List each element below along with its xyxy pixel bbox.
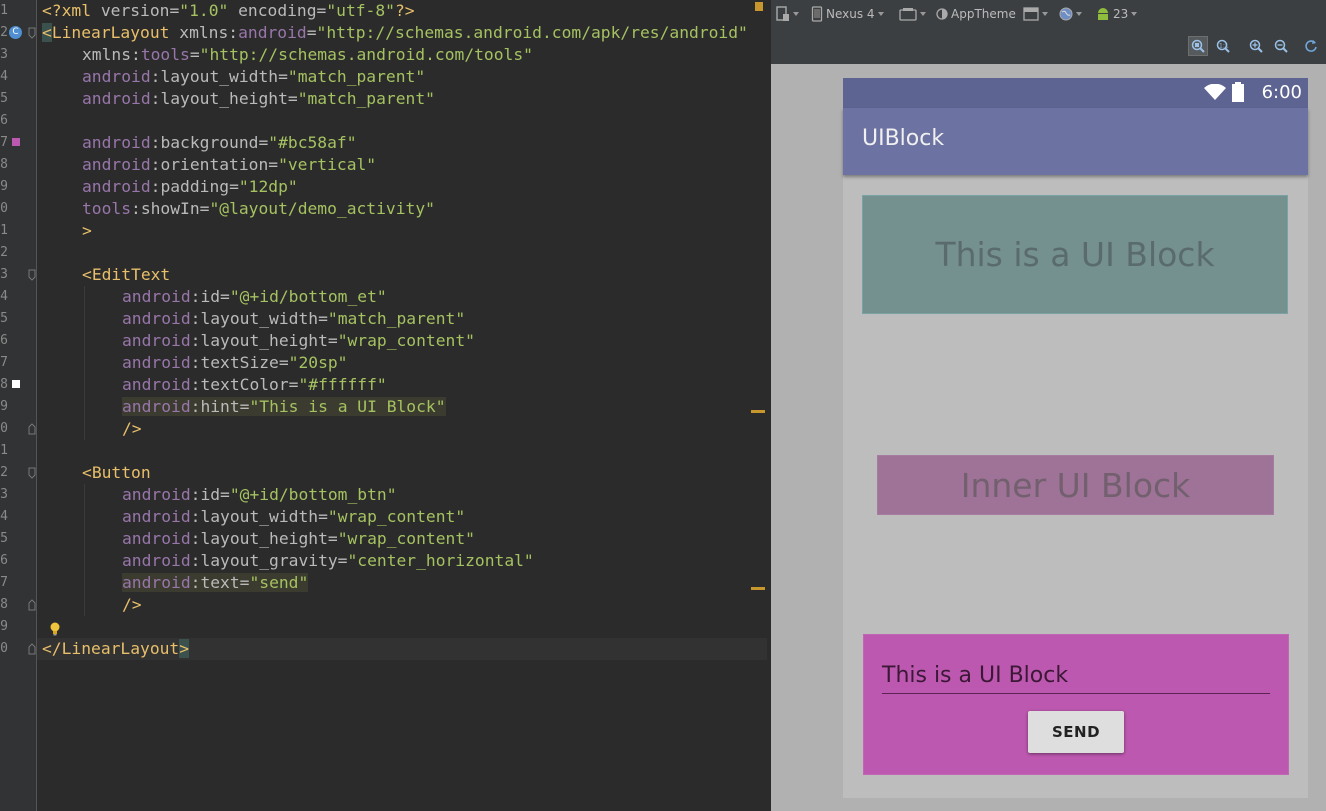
app-bar: UIBlock [843, 108, 1308, 175]
code-line: android:layout_width="match_parent" [82, 67, 426, 86]
device-dropdown[interactable]: Nexus 4 [811, 4, 884, 24]
preview-toolbar: Nexus 4 AppTheme 23 [771, 0, 1326, 28]
android-icon [1098, 8, 1108, 20]
code-line: android:layout_width="match_parent" [122, 309, 466, 328]
code-area[interactable]: <?xml version="1.0" encoding="utf-8"?> <… [0, 0, 768, 811]
code-line: <LinearLayout xmlns:android="http://sche… [42, 23, 748, 42]
zoom-in-icon[interactable] [1246, 36, 1266, 56]
code-line: <?xml version="1.0" encoding="utf-8"?> [42, 1, 415, 20]
code-line: > [82, 221, 92, 240]
zoom-actual-icon[interactable]: 1:1 [1213, 36, 1233, 56]
svg-text:1:1: 1:1 [1219, 43, 1229, 50]
theme-dropdown[interactable]: AppTheme [936, 4, 1016, 24]
activity-icon [1023, 7, 1039, 21]
inner-ui-block[interactable]: Inner UI Block [877, 455, 1274, 515]
code-line: android:layout_height="match_parent" [82, 89, 435, 108]
device-screen: 6:00 UIBlock This is a UI Block Inner UI… [843, 78, 1308, 798]
code-line: android:layout_gravity="center_horizonta… [122, 551, 534, 570]
layout-variant-dropdown[interactable] [776, 4, 799, 24]
refresh-icon[interactable] [1301, 36, 1321, 56]
locale-dropdown[interactable] [1059, 4, 1082, 24]
code-line-highlighted: android:text="send" [122, 573, 309, 592]
code-line: <EditText [82, 265, 171, 284]
orientation-icon [899, 8, 917, 21]
wifi-icon [1204, 84, 1226, 100]
app-title: UIBlock [862, 126, 945, 151]
ui-block-top-label: This is a UI Block [935, 235, 1215, 274]
ui-block-bottom[interactable]: This is a UI Block SEND [863, 634, 1289, 775]
theme-icon [936, 8, 948, 20]
code-line: android:background="#bc58af" [82, 133, 357, 152]
preview-canvas[interactable]: 6:00 UIBlock This is a UI Block Inner UI… [771, 64, 1326, 811]
battery-icon [1232, 82, 1244, 102]
layout-variant-icon [776, 6, 789, 21]
zoom-fit-icon[interactable] [1188, 36, 1208, 56]
lightbulb-icon[interactable] [49, 622, 61, 636]
code-line: android:layout_width="wrap_content" [122, 507, 466, 526]
code-line: android:layout_height="wrap_content" [122, 529, 475, 548]
code-line: xmlns:tools="http://schemas.android.com/… [82, 45, 533, 64]
ui-block-top[interactable]: This is a UI Block [862, 195, 1288, 314]
layout-preview-panel: Nexus 4 AppTheme 23 1:1 6:00 UIBlock Thi… [768, 0, 1326, 811]
activity-dropdown[interactable] [1023, 4, 1048, 24]
indent-guide [84, 286, 85, 440]
send-button[interactable]: SEND [1028, 711, 1124, 753]
code-line: android:textSize="20sp" [122, 353, 348, 372]
zoom-toolbar [771, 28, 1326, 64]
inner-ui-block-label: Inner UI Block [960, 465, 1191, 505]
code-line: tools:showIn="@layout/demo_activity" [82, 199, 435, 218]
code-line: android:layout_height="wrap_content" [122, 331, 475, 350]
api-level-dropdown[interactable]: 23 [1096, 4, 1138, 24]
zoom-out-icon[interactable] [1271, 36, 1291, 56]
code-line: android:textColor="#ffffff" [122, 375, 387, 394]
scroll-marker[interactable] [751, 587, 765, 590]
code-line-current: </LinearLayout> [37, 638, 767, 660]
globe-icon [1059, 7, 1073, 21]
code-line: <Button [82, 463, 151, 482]
code-line: android:id="@+id/bottom_et" [122, 287, 387, 306]
warning-status-icon[interactable] [755, 2, 763, 11]
code-line: /> [122, 595, 142, 614]
bottom-edit-text[interactable]: This is a UI Block [882, 659, 1270, 694]
device-icon [811, 6, 823, 22]
code-line: /> [122, 419, 142, 438]
scroll-marker[interactable] [751, 410, 765, 413]
status-bar: 6:00 [843, 78, 1308, 108]
status-time: 6:00 [1261, 82, 1302, 103]
indent-guide [84, 484, 85, 616]
code-line: android:padding="12dp" [82, 177, 298, 196]
code-line: android:id="@+id/bottom_btn" [122, 485, 397, 504]
code-line: android:orientation="vertical" [82, 155, 377, 174]
code-editor[interactable]: 1 2 3 4 5 6 7 8 9 0 1 2 3 4 5 6 7 8 9 0 … [0, 0, 768, 811]
orientation-dropdown[interactable] [899, 4, 926, 24]
code-line-highlighted: android:hint="This is a UI Block" [122, 397, 446, 416]
